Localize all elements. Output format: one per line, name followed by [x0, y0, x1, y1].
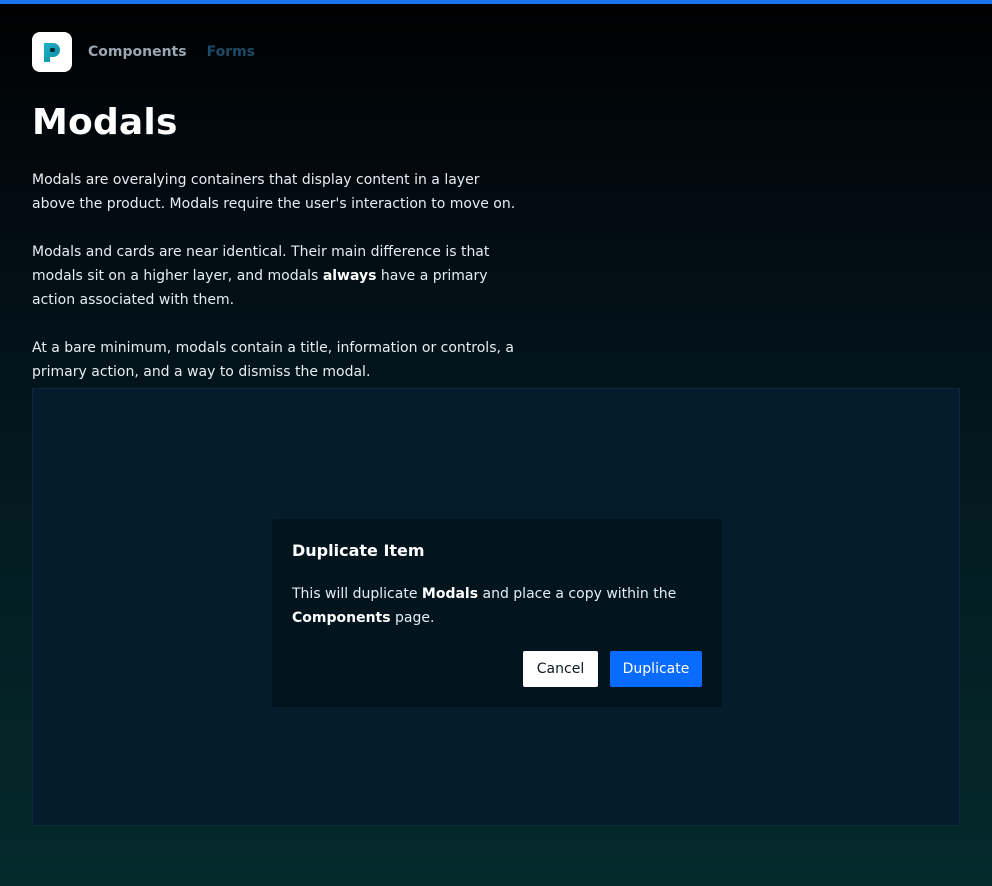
- intro-paragraph-3: At a bare minimum, modals contain a titl…: [32, 340, 514, 380]
- breadcrumb-forms[interactable]: Forms: [207, 44, 255, 60]
- page-title: Modals: [32, 102, 178, 143]
- top-accent-bar: [0, 0, 992, 4]
- header: Components Forms: [32, 32, 255, 72]
- modal-actions: Cancel Duplicate: [523, 651, 702, 687]
- intro-paragraph-2: Modals and cards are near identical. The…: [32, 244, 490, 308]
- p-logo-icon[interactable]: [32, 32, 72, 72]
- intro-paragraph-1: Modals are overalying containers that di…: [32, 172, 516, 212]
- duplicate-button[interactable]: Duplicate: [610, 651, 702, 687]
- intro-text: Modals are overalying containers that di…: [32, 168, 522, 408]
- duplicate-item-modal: Duplicate Item This will duplicate Modal…: [272, 519, 722, 707]
- modal-preview-stage: Duplicate Item This will duplicate Modal…: [32, 388, 960, 826]
- p-logo-icon-graphic: [44, 43, 60, 62]
- breadcrumb-components[interactable]: Components: [88, 44, 187, 60]
- cancel-button[interactable]: Cancel: [523, 651, 598, 687]
- modal-title: Duplicate Item: [292, 541, 425, 560]
- modal-body: This will duplicate Modals and place a c…: [292, 586, 677, 626]
